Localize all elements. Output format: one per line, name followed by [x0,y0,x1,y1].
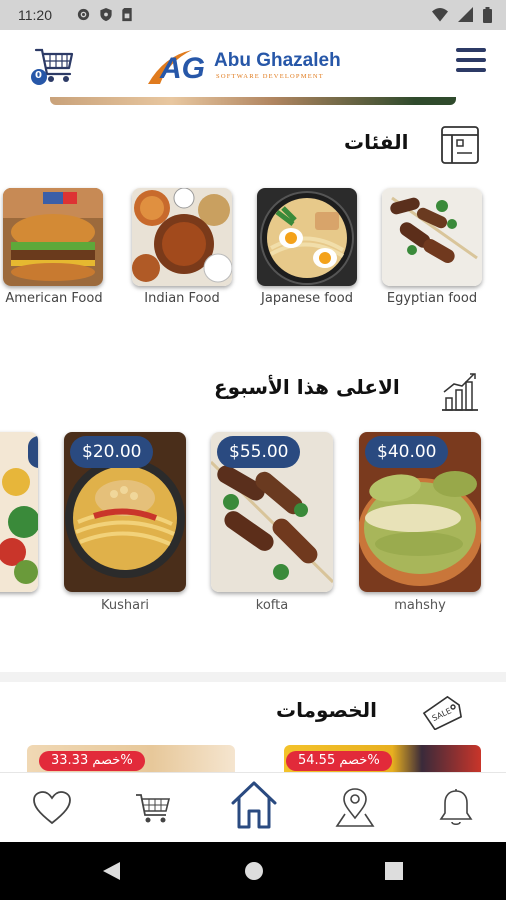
food-label: mahshy [394,598,446,613]
home-circle-icon[interactable] [243,860,265,882]
food-card-mahshy[interactable]: $40.00 [359,432,481,592]
category-card-egyptian[interactable] [382,188,482,286]
app-header: 0 AG Abu Ghazaleh SOFTWARE DEVELOPMENT [0,30,506,100]
menu-bar [456,58,486,62]
logo-name: Abu Ghazaleh [214,50,341,71]
back-icon[interactable] [100,860,122,882]
price-badge: $55.00 [217,436,301,468]
sim-card-icon [122,7,132,22]
nav-cart[interactable] [128,785,178,831]
category-label: Japanese food [261,291,353,306]
wifi-icon [432,8,448,22]
categories-icon [441,126,479,164]
food-card-kushari[interactable]: $20.00 [64,432,186,592]
sale-tag-icon: SALE [422,695,463,730]
status-left-icons [76,7,133,22]
kebab-image [382,188,482,286]
burger-image [3,188,103,286]
categories-title: الفئات [344,130,409,154]
battery-icon [483,7,492,23]
category-card-american[interactable] [3,188,103,286]
top-week-title: الاعلى هذا الأسبوع [214,375,400,399]
logo-mark: AG [159,52,205,85]
menu-bar [456,68,486,72]
gear-icon [77,8,90,21]
recents-icon[interactable] [384,861,404,881]
food-label: Kushari [100,598,150,613]
category-label: Indian Food [144,291,220,306]
category-card-indian[interactable] [132,188,232,286]
section-divider [0,672,506,682]
signal-icon [458,7,473,22]
brand-logo: AG Abu Ghazaleh SOFTWARE DEVELOPMENT [146,46,360,86]
app-screen: 11:20 0 AG Abu Ghazaleh SOFTWARE DEVELOP… [0,0,506,900]
category-label: American Food [5,291,103,306]
cart-badge: 0 [35,70,42,81]
food-card-partial[interactable] [0,432,38,592]
discount-card[interactable]: خصم 33.33% [27,745,235,773]
nav-home[interactable] [225,775,283,833]
svg-text:SALE: SALE [431,706,453,723]
food-label: kofta [255,598,289,613]
nav-favorites[interactable] [27,785,77,831]
banner-slider[interactable] [50,97,456,105]
status-time: 11:20 [18,7,52,23]
cart-icon [136,794,171,823]
indian-food-image [132,188,232,286]
category-label: Egyptian food [386,291,478,306]
bell-icon [439,789,473,826]
header-cart-button[interactable]: 0 [30,44,78,88]
ramen-image [257,188,357,286]
discount-badge: خصم 33.33% [39,751,145,771]
cart-icon [31,48,74,85]
shield-icon [100,7,112,22]
location-icon [335,788,375,827]
menu-bar [456,48,486,52]
category-card-japanese[interactable] [257,188,357,286]
menu-button[interactable] [456,48,488,80]
price-badge-partial [28,436,38,468]
discount-card[interactable]: خصم 54.55% [284,745,481,773]
bottom-navigation [0,772,506,842]
status-right-icons [432,7,492,23]
price-badge: $40.00 [365,436,449,468]
nav-location[interactable] [330,785,380,831]
logo-mark-icon: AG [148,50,205,85]
logo-subtitle: SOFTWARE DEVELOPMENT [216,73,324,80]
food-card-kofta[interactable]: $55.00 [211,432,333,592]
nav-notifications[interactable] [431,785,481,831]
discount-badge: خصم 54.55% [286,751,392,771]
price-badge: $20.00 [70,436,154,468]
status-bar: 11:20 [0,0,506,30]
home-icon [231,781,277,829]
heart-icon [33,791,71,825]
system-navigation-bar [0,842,506,900]
chart-rising-icon [442,373,478,411]
discounts-title: الخصومات [276,698,378,722]
